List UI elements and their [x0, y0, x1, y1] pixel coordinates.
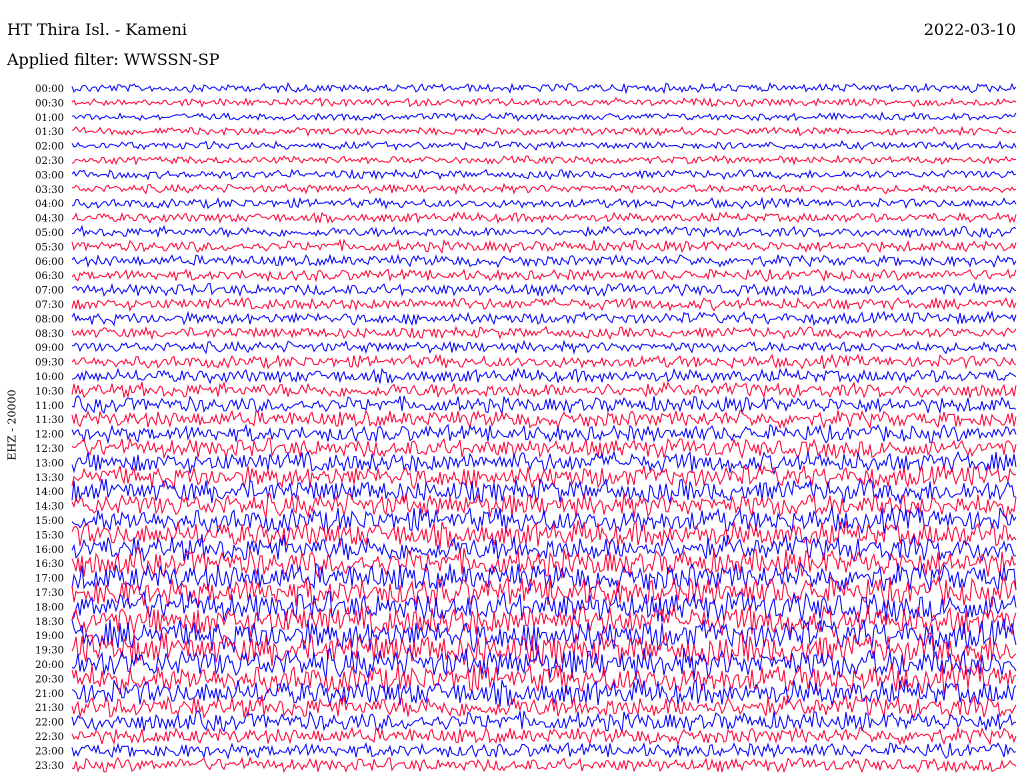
trace-row: [71, 339, 1017, 355]
row-label: 23:00: [35, 746, 64, 757]
row-label: 07:30: [35, 300, 64, 311]
trace-row: [71, 211, 1017, 225]
trace-row: [71, 139, 1017, 151]
row-label: 10:00: [35, 372, 64, 383]
trace-row: [71, 409, 1017, 430]
trace-row: [71, 224, 1017, 239]
row-label: 17:00: [35, 574, 64, 585]
trace-row: [71, 756, 1017, 774]
row-label: 11:00: [35, 401, 64, 412]
trace-row: [71, 507, 1017, 534]
row-label: 08:30: [35, 329, 64, 340]
row-label: 18:30: [35, 617, 64, 628]
row-label: 07:00: [35, 286, 64, 297]
trace-row: [71, 281, 1017, 298]
trace-row: [71, 395, 1017, 415]
trace-row: [71, 561, 1017, 594]
row-label: 10:30: [35, 386, 64, 397]
row-label: 21:30: [35, 703, 64, 714]
row-label: 05:00: [35, 228, 64, 239]
row-label: 14:30: [35, 502, 64, 513]
row-label: 06:30: [35, 271, 64, 282]
row-label: 03:00: [35, 170, 64, 181]
helicorder-plot: 00:00 00:30 01:00 01:30 02:00 02:30 03:00 03:30…: [35, 81, 1017, 774]
row-label: 09:00: [35, 343, 64, 354]
trace-row: [71, 125, 1017, 137]
row-label: 16:00: [35, 545, 64, 556]
row-label: 00:00: [35, 84, 64, 95]
row-label: 20:00: [35, 660, 64, 671]
trace-row: [71, 325, 1017, 341]
row-label: 14:00: [35, 487, 64, 498]
trace-row: [71, 182, 1017, 196]
trace-row: [71, 296, 1017, 312]
row-label: 11:30: [35, 415, 64, 426]
row-label: 13:30: [35, 473, 64, 484]
row-label: 20:30: [35, 674, 64, 685]
row-label: 12:30: [35, 444, 64, 455]
row-label: 04:30: [35, 214, 64, 225]
trace-row: [71, 81, 1017, 95]
row-label: 15:00: [35, 516, 64, 527]
row-label: 19:30: [35, 646, 64, 657]
row-label: 19:00: [35, 631, 64, 642]
trace-row: [71, 367, 1017, 385]
trace-row: [71, 663, 1017, 695]
row-label: 08:00: [35, 314, 64, 325]
row-label: 02:00: [35, 142, 64, 153]
trace-row: [71, 741, 1017, 760]
row-label: 06:00: [35, 257, 64, 268]
row-label: 23:30: [35, 761, 64, 772]
trace-row: [71, 478, 1017, 505]
trace-row: [71, 96, 1017, 108]
row-label: 15:30: [35, 530, 64, 541]
row-label: 01:30: [35, 127, 64, 138]
row-label: 12:00: [35, 430, 64, 441]
trace-row: [71, 437, 1017, 460]
row-label: 01:00: [35, 113, 64, 124]
row-label: 00:30: [35, 98, 64, 109]
row-label: 02:30: [35, 156, 64, 167]
trace-row: [71, 353, 1017, 370]
trace-row: [71, 168, 1017, 181]
row-label: 22:30: [35, 732, 64, 743]
row-label: 21:00: [35, 689, 64, 700]
trace-row: [71, 423, 1017, 445]
trace-row: [71, 111, 1017, 122]
trace-row: [71, 709, 1017, 733]
trace-row: [71, 268, 1017, 283]
trace-row: [71, 196, 1017, 211]
row-label: 09:30: [35, 358, 64, 369]
row-label: 13:00: [35, 458, 64, 469]
trace-row: [71, 492, 1017, 521]
trace-row: [71, 154, 1017, 166]
row-label: 17:30: [35, 588, 64, 599]
trace-row: [71, 380, 1017, 399]
row-label: 16:30: [35, 559, 64, 570]
row-label: 05:30: [35, 242, 64, 253]
row-label: 18:00: [35, 602, 64, 613]
row-label: 03:30: [35, 185, 64, 196]
trace-row: [71, 310, 1017, 327]
row-label: 04:00: [35, 199, 64, 210]
row-label: 22:00: [35, 718, 64, 729]
trace-row: [71, 253, 1017, 269]
trace-row: [71, 238, 1017, 255]
